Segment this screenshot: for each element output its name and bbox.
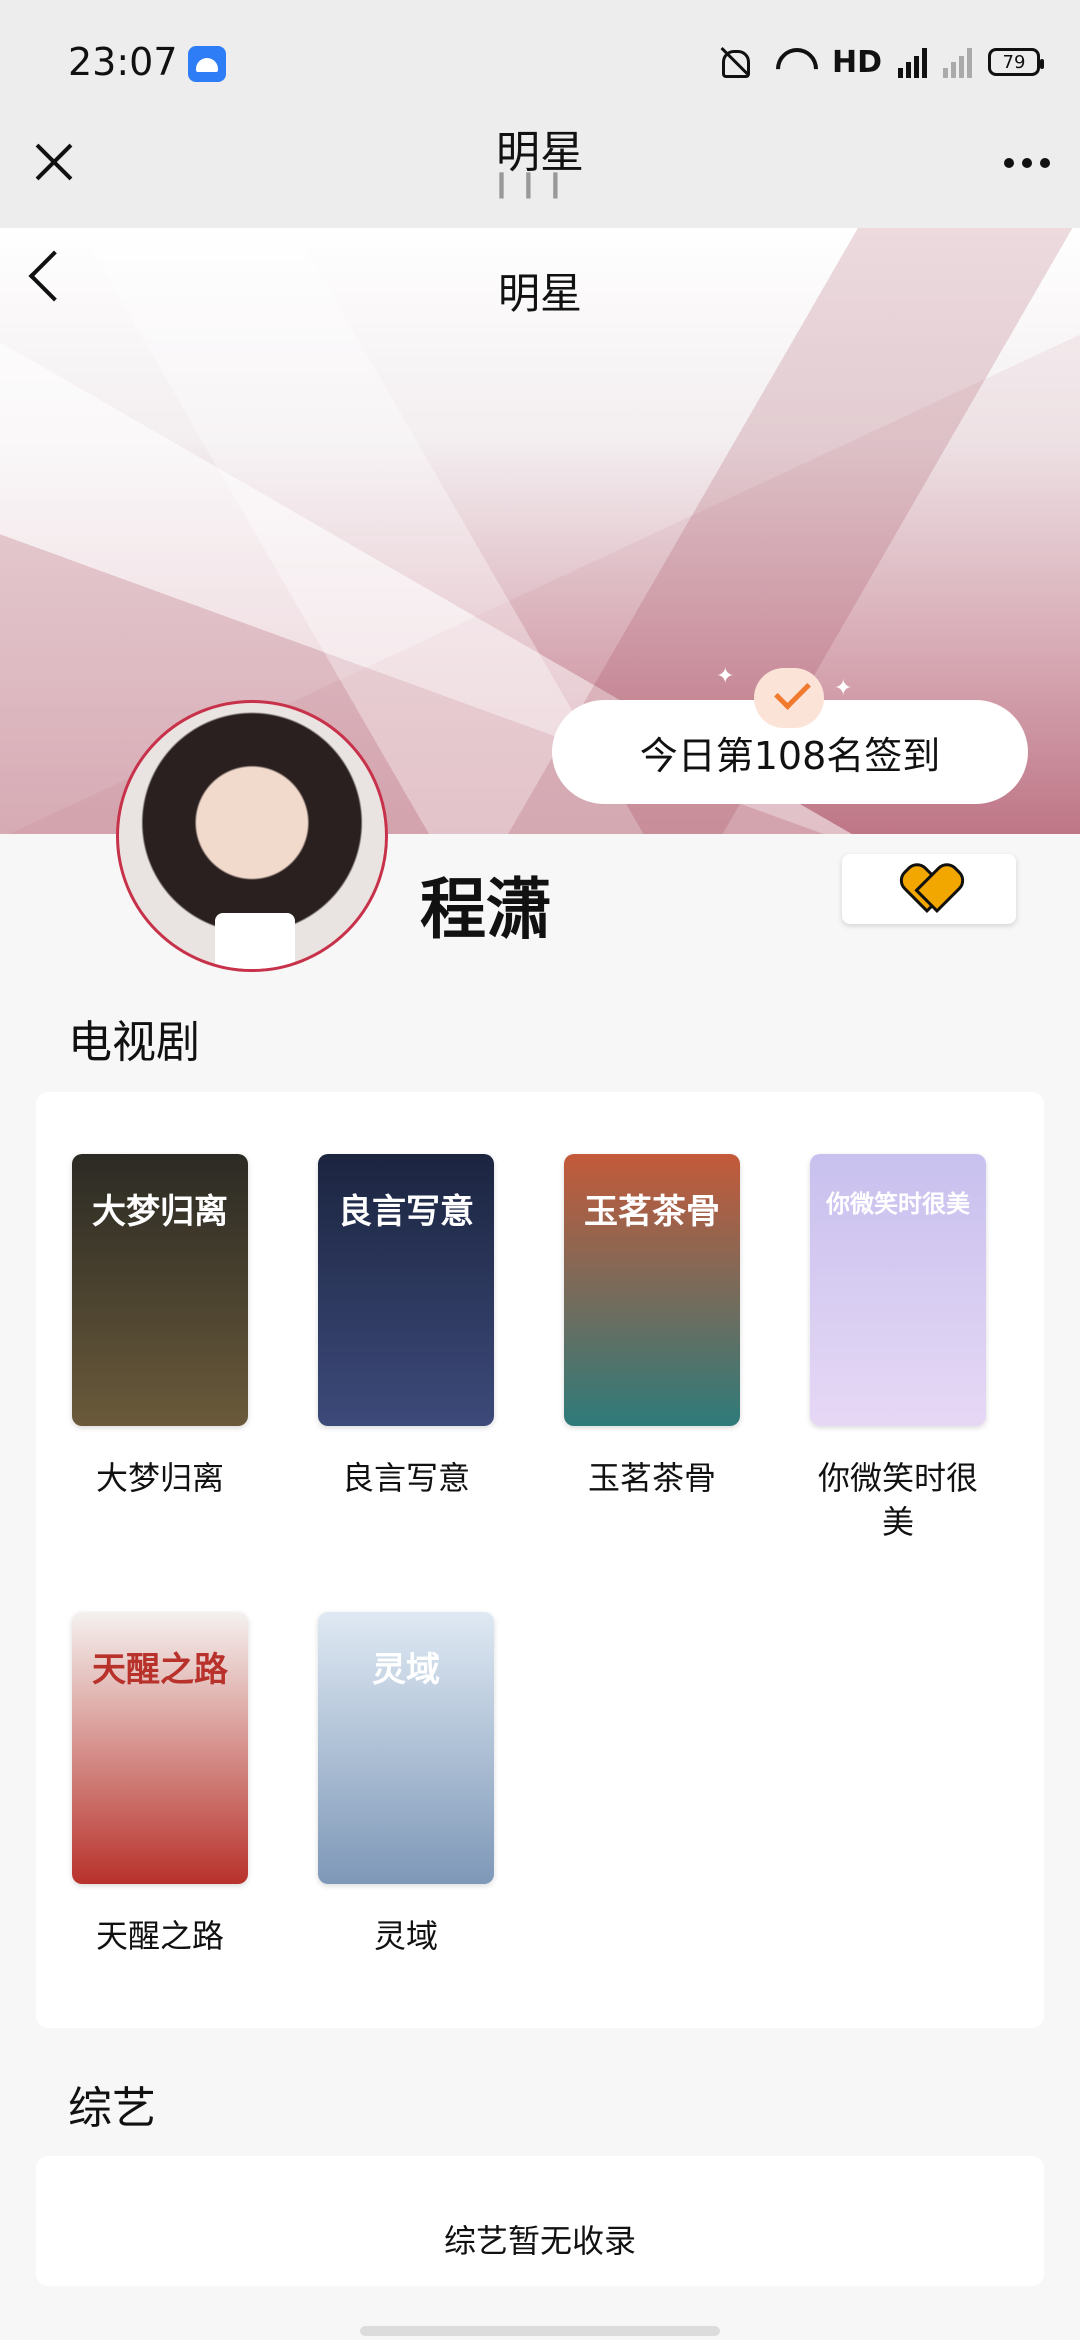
section-title-variety: 综艺 xyxy=(68,2083,156,2134)
mute-icon xyxy=(712,44,756,80)
network-label: HD xyxy=(831,44,882,80)
poster-title: 玉茗茶骨 xyxy=(584,1192,720,1232)
drama-poster[interactable]: 玉茗茶骨 xyxy=(564,1154,740,1426)
poster-title: 良言写意 xyxy=(338,1192,474,1232)
drama-item[interactable]: 大梦归离 大梦归离 xyxy=(70,1154,250,1500)
drama-poster[interactable]: 良言写意 xyxy=(318,1154,494,1426)
drama-item[interactable]: 你微笑时很美 你微笑时很美 xyxy=(808,1154,988,1544)
drama-item[interactable]: 灵域 灵域 xyxy=(316,1612,496,1958)
android-icon xyxy=(188,46,226,82)
drama-title: 你微笑时很美 xyxy=(817,1459,978,1541)
drama-title: 玉茗茶骨 xyxy=(587,1459,716,1497)
star-name: 程潇 xyxy=(420,871,552,948)
drama-title: 天醒之路 xyxy=(95,1917,224,1955)
poster-title: 灵域 xyxy=(372,1650,440,1690)
variety-card: 综艺暂无收录 xyxy=(36,2156,1044,2286)
drama-item[interactable]: 良言写意 良言写意 xyxy=(316,1154,496,1500)
drama-poster[interactable]: 你微笑时很美 xyxy=(810,1154,986,1426)
follow-button[interactable] xyxy=(842,854,1016,924)
section-title-tv: 电视剧 xyxy=(68,1017,200,1068)
drama-item[interactable]: 天醒之路 天醒之路 xyxy=(70,1612,250,1958)
avatar xyxy=(116,700,388,972)
sparkle-icon: ✦ xyxy=(716,664,735,689)
sparkle-icon: ✦ xyxy=(834,676,853,701)
checkin-text: 今日第108名签到 xyxy=(639,733,941,778)
battery-level: 79 xyxy=(1002,51,1026,73)
mini-program-header: 明星 ▎▎▎ xyxy=(0,100,1080,228)
banner-title: 明星 xyxy=(497,269,582,318)
signal-icon xyxy=(898,46,927,78)
poster-title: 大梦归离 xyxy=(92,1192,228,1232)
page-title: 明星 xyxy=(496,127,584,178)
poster-title: 你微笑时很美 xyxy=(826,1190,970,1218)
checkin-check-icon xyxy=(754,668,824,728)
more-icon[interactable] xyxy=(1004,158,1050,168)
wifi-icon xyxy=(772,44,816,80)
drama-poster[interactable]: 大梦归离 xyxy=(72,1154,248,1426)
drama-poster[interactable]: 灵域 xyxy=(318,1612,494,1884)
status-time: 23:07 xyxy=(68,40,178,84)
drama-title: 良言写意 xyxy=(341,1459,470,1497)
status-icons: HD 79 xyxy=(712,44,1044,80)
drama-title: 大梦归离 xyxy=(95,1459,224,1497)
signal-secondary-icon xyxy=(943,46,972,78)
variety-empty-text: 综艺暂无收录 xyxy=(443,2222,636,2260)
drama-title: 灵域 xyxy=(373,1917,438,1955)
heart-icon xyxy=(905,867,953,911)
drama-item[interactable]: 玉茗茶骨 玉茗茶骨 xyxy=(562,1154,742,1500)
battery-icon: 79 xyxy=(988,48,1044,76)
tv-card: 大梦归离 大梦归离 良言写意 良言写意 玉茗茶骨 玉茗茶骨 你微笑时很美 你微笑时很美 天醒之路… xyxy=(36,1092,1044,2028)
poster-title: 天醒之路 xyxy=(92,1650,228,1690)
drama-poster[interactable]: 天醒之路 xyxy=(72,1612,248,1884)
page-subtitle: ▎▎▎ xyxy=(499,174,581,199)
home-indicator xyxy=(360,2326,720,2336)
